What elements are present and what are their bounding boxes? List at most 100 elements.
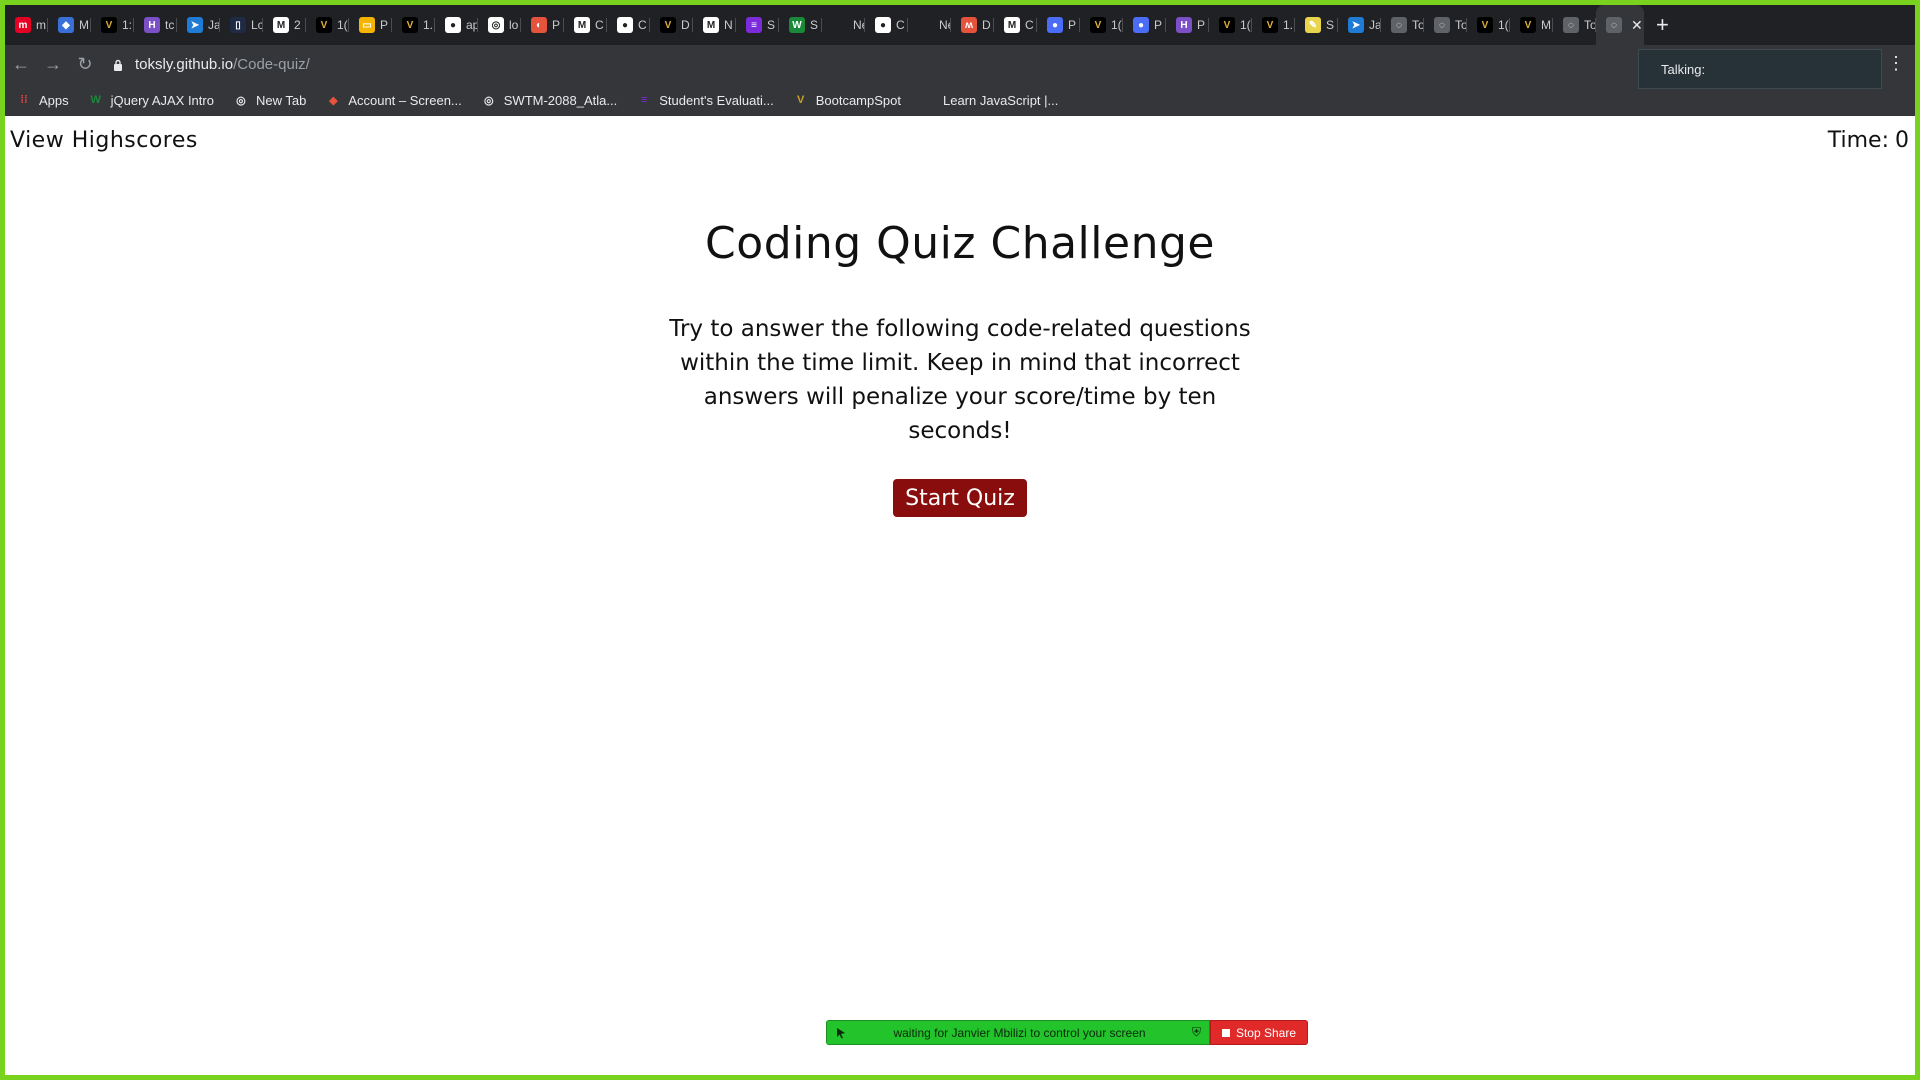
reload-icon[interactable]: ↻ — [69, 49, 101, 81]
browser-tab[interactable]: VD — [650, 5, 693, 45]
bookmark-item[interactable]: WjQuery AJAX Intro — [89, 93, 214, 108]
bookmark-item[interactable]: V BootcampSpot — [794, 93, 901, 108]
address-bar[interactable]: toksly.github.io/Code-quiz/ — [113, 50, 1413, 80]
vanderbilt-icon: V — [402, 17, 418, 33]
vanderbilt-icon: V — [1090, 17, 1106, 33]
bookmark-item[interactable]: ◎ New Tab — [234, 93, 306, 108]
view-highscores-link[interactable]: View Highscores — [10, 128, 198, 153]
tab-label: N — [724, 18, 733, 32]
url-path: /Code-quiz/ — [233, 56, 310, 73]
browser-tab[interactable]: VM — [1510, 5, 1553, 45]
pinterest-icon: m — [15, 17, 31, 33]
browser-tab[interactable]: ● P — [1123, 5, 1166, 45]
browser-tab[interactable]: New — [822, 5, 865, 45]
browser-tab[interactable]: V 1( — [1467, 5, 1510, 45]
bookmark-label: Learn JavaScript |... — [942, 92, 1059, 108]
globe-icon: ◌ — [1606, 17, 1622, 33]
browser-tab[interactable]: mm — [5, 5, 48, 45]
browser-tab[interactable]: V 1( — [1209, 5, 1252, 45]
browser-tab[interactable]: ◐ P — [521, 5, 564, 45]
tab-label: Ja — [1369, 18, 1381, 32]
cube-icon: ◆ — [58, 17, 74, 33]
vanderbilt-icon: V — [797, 94, 805, 106]
browser-tab[interactable]: ✎ S — [1295, 5, 1338, 45]
url-host: toksly.github.io — [135, 56, 234, 73]
browser-tab[interactable]: Htc — [134, 5, 177, 45]
browser-tab[interactable]: WS — [779, 5, 822, 45]
browser-tab[interactable]: V 1: — [91, 5, 134, 45]
browser-tab[interactable]: New — [908, 5, 951, 45]
screencast-icon: ◆ — [329, 94, 338, 107]
tab-label: C — [638, 18, 647, 32]
tab-label: C — [1025, 18, 1034, 32]
slides-icon: ▭ — [359, 17, 375, 33]
shield-icon: ⛨ — [1191, 1025, 1201, 1039]
browser-window: m m ◆ M V 1: Htc ➤ Ja ▯ Lc M 2 V 1(▭ P V 1. ● ap ◎ lo ◐ P M C ● C V D… — [5, 5, 1915, 1075]
browser-tab[interactable]: V 1( — [1080, 5, 1123, 45]
tab-label: 1( — [1498, 18, 1509, 32]
browser-tab[interactable]: ➤ Ja — [1338, 5, 1381, 45]
m-logo-icon: ʍ — [961, 17, 977, 33]
bookmark-label: jQuery AJAX Intro — [110, 92, 214, 108]
start-quiz-button[interactable]: Start Quiz — [893, 479, 1027, 517]
bookmark-item[interactable]: Learn JavaScript |... — [921, 93, 1058, 108]
bookmarks-bar: ⁞⁞ Apps WjQuery AJAX Intro ◎ New Tab ◆ Account… — [5, 84, 1915, 116]
browser-tab[interactable]: M2 — [263, 5, 306, 45]
tab-label: lo — [509, 18, 519, 32]
tab-label: C — [595, 18, 604, 32]
browser-tab[interactable]: MC — [994, 5, 1037, 45]
bookmark-label: Student's Evaluati... — [659, 92, 774, 108]
browser-tab[interactable]: ʍD — [951, 5, 994, 45]
browser-tab[interactable]: ➤ Ja — [177, 5, 220, 45]
browser-tab[interactable]: ◌ To — [1553, 5, 1596, 45]
browser-tab[interactable]: MC — [564, 5, 607, 45]
browser-tab[interactable]: ● C — [607, 5, 650, 45]
page-title: Coding Quiz Challenge — [705, 218, 1215, 269]
timer-label: Time: — [1827, 128, 1889, 153]
tab-label: 2 — [294, 18, 301, 32]
tab-label: 1. — [1283, 18, 1294, 32]
bookmark-item[interactable]: ⁞⁞ Apps — [17, 93, 68, 108]
w-icon: W — [90, 94, 101, 106]
browser-tab[interactable]: ◌ To — [1424, 5, 1467, 45]
browser-tab[interactable]: ▯ Lc — [220, 5, 263, 45]
tab-label: C — [896, 18, 905, 32]
tab-label: P — [380, 18, 389, 32]
new-tab-plus-icon[interactable]: + — [1656, 12, 1669, 38]
browser-tab[interactable]: ▭ P — [349, 5, 392, 45]
browser-tab[interactable]: ● ap — [435, 5, 478, 45]
browser-tab[interactable]: HP — [1166, 5, 1209, 45]
tab-label: P — [1154, 18, 1163, 32]
browser-tab[interactable]: ● P — [1037, 5, 1080, 45]
browser-tab[interactable]: ≡ S — [736, 5, 779, 45]
bookmark-item[interactable]: ◆ Account – Screen... — [326, 93, 462, 108]
browser-tab[interactable]: ◎ lo — [478, 5, 521, 45]
browser-tab[interactable]: ◆ M — [48, 5, 91, 45]
browser-tab[interactable]: ● C — [865, 5, 908, 45]
quiz-page: View Highscores Time: 0 Coding Quiz Chall… — [5, 116, 1915, 1075]
globe-icon: ◎ — [483, 94, 494, 107]
blank-icon — [832, 17, 848, 33]
stop-share-label: Stop Share — [1235, 1025, 1297, 1040]
browser-tab[interactable]: V 1. — [1252, 5, 1295, 45]
timer: Time: 0 — [1828, 128, 1909, 153]
compass-icon: ◐ — [531, 17, 547, 33]
quiz-description: Try to answer the following code-related… — [669, 316, 1251, 444]
active-tab[interactable]: ◌ ✕ — [1596, 5, 1644, 45]
bookmark-item[interactable]: ≡ Student's Evaluati... — [637, 93, 774, 108]
stop-share-button[interactable]: Stop Share — [1210, 1020, 1308, 1045]
bookmark-label: BootcampSpot — [815, 92, 901, 108]
browser-tab[interactable]: MN — [693, 5, 736, 45]
back-arrow-icon[interactable]: ← — [5, 49, 37, 81]
vanderbilt-icon: V — [101, 17, 117, 33]
browser-tab[interactable]: V 1( — [306, 5, 349, 45]
tab-label: To — [1455, 18, 1467, 32]
close-tab-icon[interactable]: ✕ — [1631, 17, 1643, 34]
browser-tab[interactable]: ◌ To — [1381, 5, 1424, 45]
bookmark-item[interactable]: ◎ SWTM-2088_Atla... — [482, 93, 617, 108]
browser-tab[interactable]: V 1. — [392, 5, 435, 45]
more-menu-icon[interactable]: ⋮ — [1887, 53, 1905, 74]
vanderbilt-icon: V — [660, 17, 676, 33]
forward-arrow-icon[interactable]: → — [37, 49, 69, 81]
tab-label: M — [79, 18, 89, 32]
